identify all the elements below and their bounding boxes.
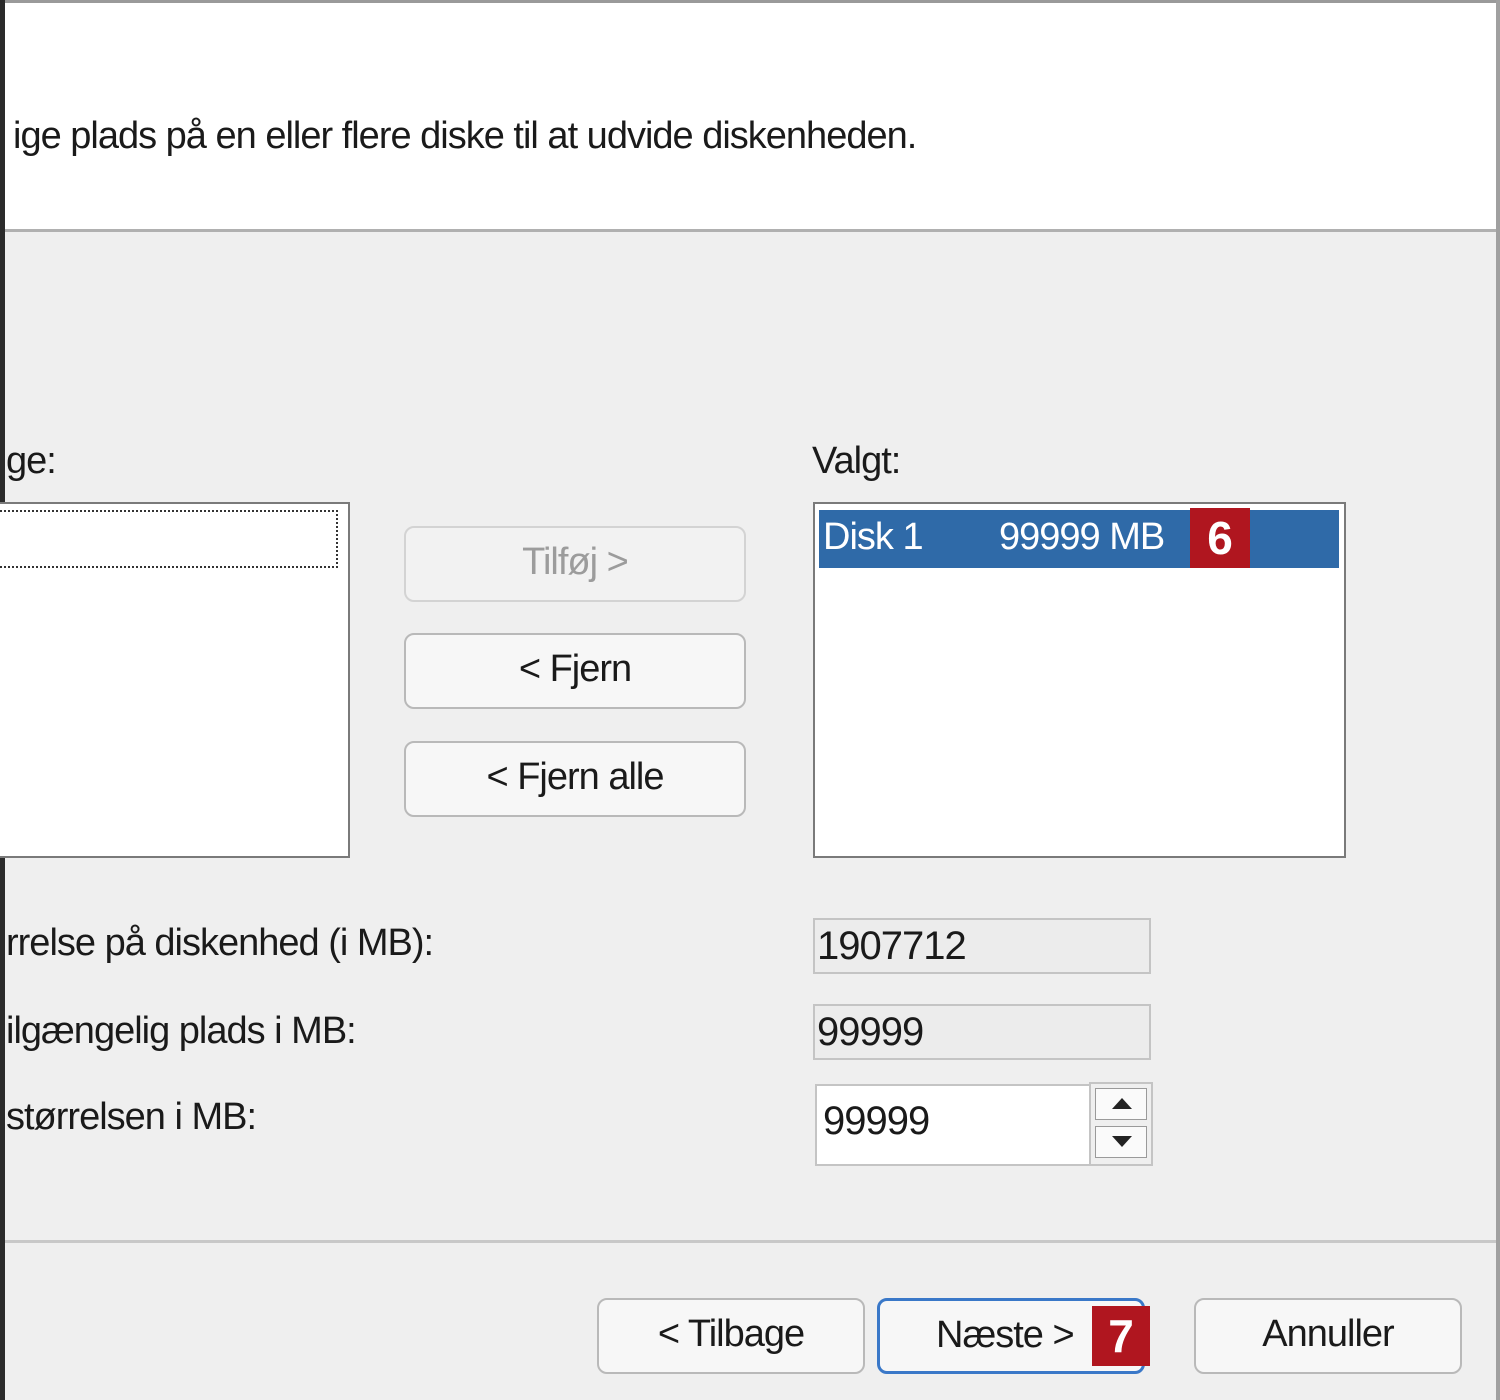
step-7-badge: 7 (1092, 1306, 1150, 1366)
selected-disk-row[interactable]: Disk 1 99999 MB (819, 510, 1339, 568)
space-size-input[interactable]: 99999 (815, 1084, 1091, 1166)
add-button[interactable]: Tilføj > (404, 526, 746, 602)
disk-size: 99999 MB (999, 516, 1165, 558)
space-size-label: størrelsen i MB: (6, 1096, 257, 1138)
arrow-down-icon (1112, 1136, 1132, 1147)
space-size-spinner[interactable] (1089, 1082, 1153, 1166)
remove-button[interactable]: < Fjern (404, 633, 746, 709)
disk-name: Disk 1 (823, 516, 924, 558)
max-available-field: 99999 (813, 1004, 1151, 1060)
max-available-label: ilgængelig plads i MB: (6, 1010, 357, 1052)
total-size-label: rrelse på diskenhed (i MB): (6, 922, 434, 964)
spin-down-button[interactable] (1095, 1126, 1147, 1158)
cancel-button[interactable]: Annuller (1194, 1298, 1462, 1374)
available-focus-row[interactable] (0, 510, 338, 568)
window-border-right (1496, 0, 1500, 1400)
footer-divider (5, 1240, 1496, 1243)
back-button[interactable]: < Tilbage (597, 1298, 865, 1374)
arrow-up-icon (1112, 1098, 1132, 1109)
wizard-header: ige plads på en eller flere diske til at… (5, 3, 1496, 229)
spin-up-button[interactable] (1095, 1088, 1147, 1120)
total-size-field: 1907712 (813, 918, 1151, 974)
instruction-text: ige plads på en eller flere diske til at… (13, 115, 917, 157)
remove-all-button[interactable]: < Fjern alle (404, 741, 746, 817)
available-disks-label: ge: (6, 440, 57, 482)
extend-volume-wizard: ige plads på en eller flere diske til at… (0, 0, 1500, 1400)
step-6-badge: 6 (1190, 508, 1250, 568)
selected-disks-label: Valgt: (812, 440, 901, 482)
selected-disks-list[interactable]: Disk 1 99999 MB (813, 502, 1346, 858)
available-disks-list[interactable] (0, 502, 350, 858)
